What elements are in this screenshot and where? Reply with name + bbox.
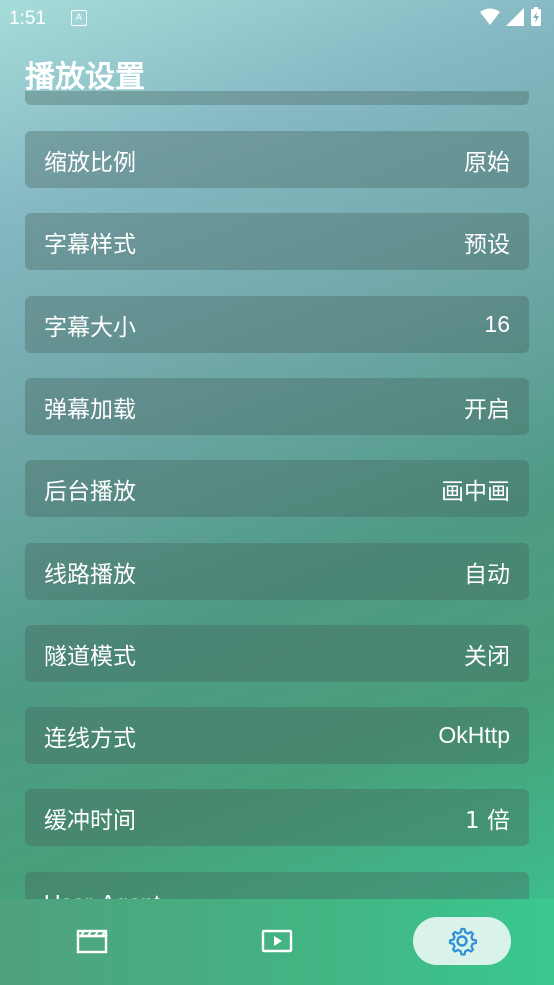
setting-value: 关闭 <box>464 643 510 670</box>
setting-background-play[interactable]: 后台播放 画中画 <box>25 460 529 517</box>
setting-value: OkHttp <box>438 722 510 748</box>
setting-label: 缩放比例 <box>44 149 136 176</box>
setting-value: 16 <box>484 311 510 337</box>
bottom-nav <box>0 899 554 985</box>
status-icons <box>480 7 542 27</box>
page-title: 播放设置 <box>25 60 145 95</box>
setting-danmaku[interactable]: 弹幕加载 开启 <box>25 378 529 435</box>
setting-value: 自动 <box>464 561 510 588</box>
setting-label: 弹幕加载 <box>44 396 136 423</box>
battery-icon <box>531 7 541 26</box>
setting-label: 线路播放 <box>44 561 136 588</box>
notification-icon: A <box>71 10 87 26</box>
nav-home[interactable] <box>62 917 122 965</box>
setting-subtitle-style[interactable]: 字幕样式 预设 <box>25 213 529 270</box>
setting-subtitle-size[interactable]: 字幕大小 16 <box>25 296 529 353</box>
setting-label: 字幕大小 <box>44 314 136 341</box>
clapperboard-icon <box>76 929 108 954</box>
wifi-icon <box>480 8 500 25</box>
nav-player[interactable] <box>247 917 307 965</box>
setting-value: 预设 <box>464 231 510 258</box>
setting-buffer-time[interactable]: 缓冲时间 1 倍 <box>25 789 529 846</box>
signal-icon <box>506 8 524 26</box>
settings-list[interactable]: 缩放比例 原始 字幕样式 预设 字幕大小 16 弹幕加载 开启 后台播放 画中画… <box>25 91 529 899</box>
status-bar: 1:51 A <box>0 0 554 36</box>
nav-settings[interactable] <box>413 917 511 965</box>
setting-label: User-Agent <box>44 890 160 899</box>
gear-icon <box>448 927 477 956</box>
setting-value: 原始 <box>464 149 510 176</box>
setting-label: 后台播放 <box>44 478 136 505</box>
setting-label: 连线方式 <box>44 725 136 752</box>
setting-scale[interactable]: 缩放比例 原始 <box>25 131 529 188</box>
setting-value: 1 倍 <box>465 807 510 834</box>
setting-label: 字幕样式 <box>44 231 136 258</box>
setting-user-agent[interactable]: User-Agent <box>25 872 529 899</box>
setting-value: 画中画 <box>441 478 510 505</box>
setting-tunnel-mode[interactable]: 隧道模式 关闭 <box>25 625 529 682</box>
list-item-partial <box>25 91 529 105</box>
setting-label: 隧道模式 <box>44 643 136 670</box>
setting-label: 缓冲时间 <box>44 807 136 834</box>
play-icon <box>261 929 293 953</box>
setting-value: 开启 <box>464 396 510 423</box>
setting-route-play[interactable]: 线路播放 自动 <box>25 543 529 600</box>
setting-connection[interactable]: 连线方式 OkHttp <box>25 707 529 764</box>
status-time: 1:51 <box>9 8 46 29</box>
